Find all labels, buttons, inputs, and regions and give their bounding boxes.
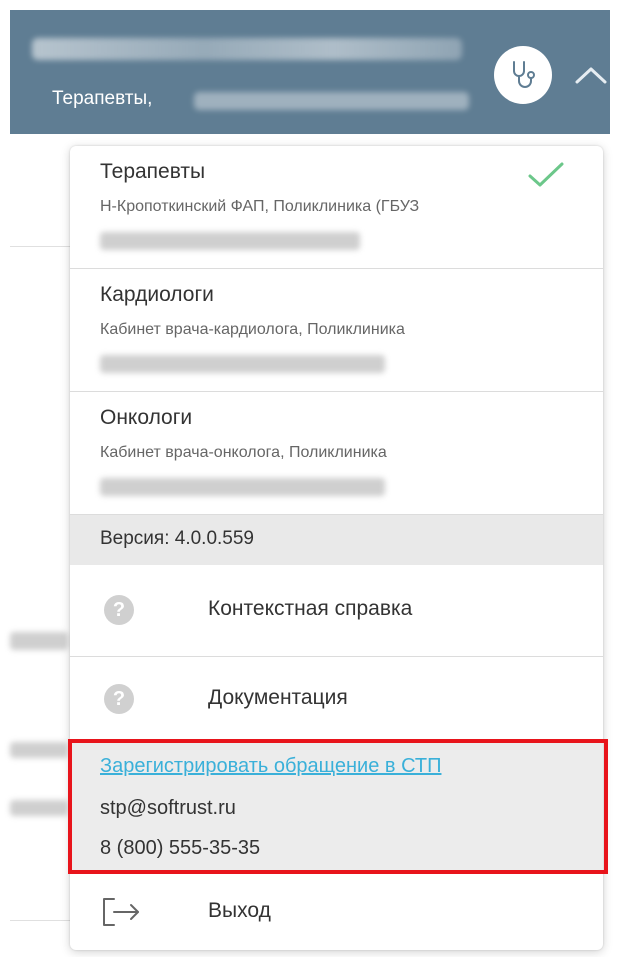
support-section: Зарегистрировать обращение в СТП stp@sof… xyxy=(70,743,603,873)
profile-dropdown-menu: Терапевты Н-Кропоткинский ФАП, Поликлини… xyxy=(70,146,603,950)
role-title: Онкологи xyxy=(100,406,193,429)
version-bar: Версия: 4.0.0.559 xyxy=(70,515,603,565)
user-header[interactable]: Терапевты, xyxy=(10,10,610,134)
role-description: Кабинет врача-онколога, Поликлиника xyxy=(100,444,387,461)
documentation-label: Документация xyxy=(208,686,348,709)
question-icon: ? xyxy=(104,684,134,714)
role-organization-redacted xyxy=(100,232,360,250)
user-role: Терапевты, xyxy=(52,88,153,109)
background-divider xyxy=(10,246,70,247)
question-icon: ? xyxy=(104,595,134,625)
background-text-blur xyxy=(10,742,68,758)
role-description: Н-Кропоткинский ФАП, Поликлиника (ГБУЗ xyxy=(100,198,420,215)
role-description: Кабинет врача-кардиолога, Поликлиника xyxy=(100,321,405,338)
documentation-item[interactable]: ? Документация xyxy=(70,657,603,743)
background-text-blur xyxy=(10,800,68,816)
context-help-label: Контекстная справка xyxy=(208,597,413,620)
background-text-blur xyxy=(10,632,68,650)
checkmark-icon xyxy=(528,162,564,187)
stethoscope-icon[interactable] xyxy=(494,46,552,104)
role-item-oncologists[interactable]: Онкологи Кабинет врача-онколога, Поликли… xyxy=(70,392,603,515)
role-item-therapists[interactable]: Терапевты Н-Кропоткинский ФАП, Поликлини… xyxy=(70,146,603,269)
role-organization-redacted xyxy=(100,478,385,496)
chevron-up-icon[interactable] xyxy=(570,60,612,90)
support-phone: 8 (800) 555-35-35 xyxy=(100,837,261,859)
role-item-cardiologists[interactable]: Кардиологи Кабинет врача-кардиолога, Пол… xyxy=(70,269,603,392)
logout-label: Выход xyxy=(208,899,271,922)
exit-icon xyxy=(103,898,139,926)
user-name-redacted xyxy=(32,38,462,60)
support-email: stp@softrust.ru xyxy=(100,797,236,819)
user-organization-redacted xyxy=(194,92,469,110)
role-title: Кардиологи xyxy=(100,283,214,306)
logout-item[interactable]: Выход xyxy=(70,873,603,950)
context-help-item[interactable]: ? Контекстная справка xyxy=(70,565,603,655)
version-label: Версия: 4.0.0.559 xyxy=(100,528,255,549)
background-divider xyxy=(10,920,70,921)
register-support-request-link[interactable]: Зарегистрировать обращение в СТП xyxy=(100,755,441,778)
role-title: Терапевты xyxy=(100,160,206,183)
role-organization-redacted xyxy=(100,355,385,373)
